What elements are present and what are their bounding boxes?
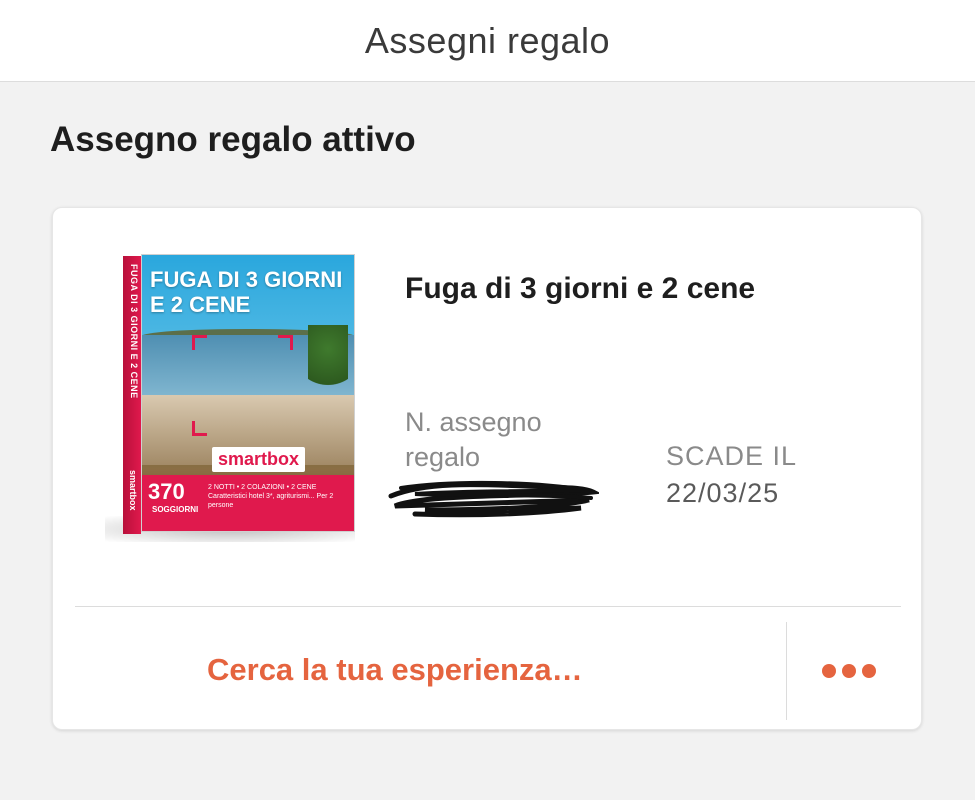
app-header: Assegni regalo <box>0 0 975 82</box>
box-title: FUGA DI 3 GIORNI E 2 CENE <box>150 267 343 317</box>
box-count-label: SOGGIORNI <box>152 505 199 514</box>
smartbox-logo: smartbox <box>212 447 306 472</box>
section-title: Assegno regalo attivo <box>50 120 416 159</box>
frame-corner <box>278 335 293 350</box>
box-description: 2 NOTTI • 2 COLAZIONI • 2 CENE Caratteri… <box>208 484 334 509</box>
voucher-card[interactable]: FUGA DI 3 GIORNI E 2 CENE smartbox FUGA … <box>52 207 922 730</box>
frame-corner <box>192 335 207 350</box>
box-front: FUGA DI 3 GIORNI E 2 CENE smartbox 370 S… <box>141 254 355 532</box>
frame-corner <box>192 421 207 436</box>
more-horizontal-icon <box>822 664 876 678</box>
search-experience-link[interactable]: Cerca la tua esperienza… <box>207 652 583 688</box>
more-options-button[interactable] <box>809 646 889 696</box>
voucher-number-redacted <box>388 480 599 518</box>
box-count: 370 <box>148 479 185 504</box>
card-divider <box>75 606 901 607</box>
box-spine-brand: smartbox <box>128 470 138 511</box>
expiry-label: SCADE IL <box>666 441 798 471</box>
experience-title: Fuga di 3 giorni e 2 cene <box>405 272 756 305</box>
box-footer: 370 SOGGIORNI 2 NOTTI • 2 COLAZIONI • 2 … <box>142 475 354 531</box>
voucher-number-label: N. assegno regalo <box>405 407 542 472</box>
expiry-date: 22/03/25 <box>666 478 780 508</box>
page-title: Assegni regalo <box>364 19 611 61</box>
product-box-image: FUGA DI 3 GIORNI E 2 CENE smartbox FUGA … <box>101 254 361 544</box>
box-plant <box>308 325 348 405</box>
action-divider <box>786 622 787 720</box>
